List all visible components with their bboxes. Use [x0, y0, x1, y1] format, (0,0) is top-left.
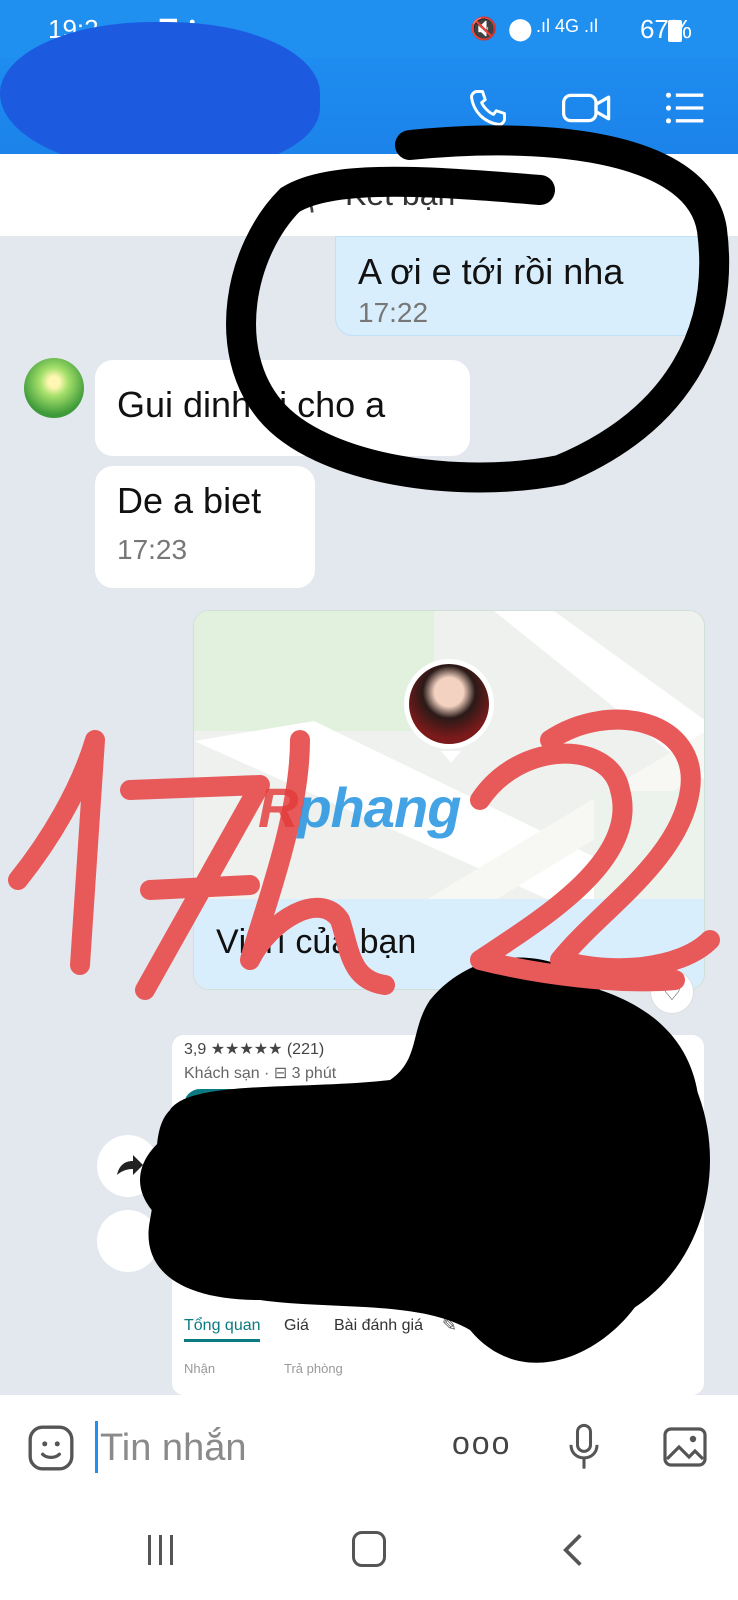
add-friend-bar[interactable]: Kết bạn [0, 154, 738, 236]
check-in-label: Nhận [184, 1361, 216, 1376]
user-location-pin [404, 659, 494, 749]
tab-indicator [184, 1339, 260, 1342]
location-icon: ⬤ [508, 16, 533, 41]
message-composer: Tin nhắn ooo [0, 1395, 738, 1505]
mute-icon: 🔇 [470, 16, 498, 41]
back-icon[interactable] [562, 1531, 584, 1569]
watermark-prefix: R [258, 776, 298, 839]
start-chip[interactable]: ▲ Bắt đầu [302, 1091, 403, 1121]
text-cursor [95, 1421, 98, 1473]
place-photo: 18 ng [378, 1133, 458, 1193]
message-sent[interactable]: A ơi e tới rồi nha 17:22 [335, 236, 705, 336]
sticker-icon[interactable] [26, 1423, 76, 1473]
photo-badge: 18 ng [384, 1139, 420, 1155]
signal-icon: .ıl 4G .ıl [536, 16, 599, 36]
message-received[interactable]: Gui dinh vi cho a [95, 360, 470, 456]
more-icon[interactable]: ooo [452, 1425, 511, 1462]
avatar [409, 664, 489, 744]
message-time: 17:23 [117, 534, 188, 565]
react-heart-icon[interactable]: ♡ [650, 970, 694, 1014]
contact-avatar[interactable] [24, 358, 84, 418]
more-options-button[interactable] [97, 1210, 159, 1272]
message-text: A ơi e tới rồi nha [358, 251, 624, 292]
system-nav-bar [0, 1505, 738, 1600]
image-icon[interactable] [660, 1423, 710, 1471]
place-meta: Khách sạn · ⊟ 3 phút [184, 1065, 337, 1082]
pin-pointer [441, 751, 461, 763]
message-input[interactable]: Tin nhắn [100, 1427, 246, 1470]
phone-call-icon[interactable] [466, 86, 510, 130]
tab-reviews[interactable]: Bài đánh giá [334, 1317, 423, 1335]
watermark-logo: Rphang [258, 775, 461, 840]
tab-price[interactable]: Giá [284, 1317, 309, 1335]
add-friend-label: Kết bạn [345, 176, 456, 212]
message-time: 17:22 [358, 297, 429, 328]
place-photo [302, 1133, 372, 1193]
check-out-label: Trả phòng [284, 1361, 343, 1376]
message-text: De a biet [117, 480, 262, 521]
forward-button[interactable] [97, 1135, 159, 1197]
add-friend-icon [285, 177, 322, 213]
place-preview-card[interactable]: 3,9 ★★★★★ (221) Khách sạn · ⊟ 3 phút ◆ Đ… [172, 1035, 704, 1395]
menu-icon[interactable] [662, 86, 708, 130]
tab-overview[interactable]: Tổng quan [184, 1317, 261, 1335]
video-call-icon[interactable] [560, 86, 614, 130]
message-text: Gui dinh vi cho a [117, 384, 386, 425]
microphone-icon[interactable] [565, 1421, 603, 1473]
forward-icon [117, 1155, 143, 1175]
watermark-text: phang [297, 776, 461, 839]
edit-icon[interactable]: ✎ [442, 1315, 457, 1336]
location-caption: Vị trí của bạn [194, 899, 704, 989]
message-received[interactable]: De a biet 17:23 [95, 466, 315, 588]
battery-icon [668, 20, 682, 42]
recent-apps-icon[interactable] [148, 1535, 173, 1570]
home-icon[interactable] [352, 1531, 386, 1567]
directions-chip[interactable]: ◆ Đường đi [184, 1089, 293, 1121]
place-rating: 3,9 ★★★★★ (221) [184, 1041, 325, 1058]
battery-percent: 67% [639, 14, 692, 44]
